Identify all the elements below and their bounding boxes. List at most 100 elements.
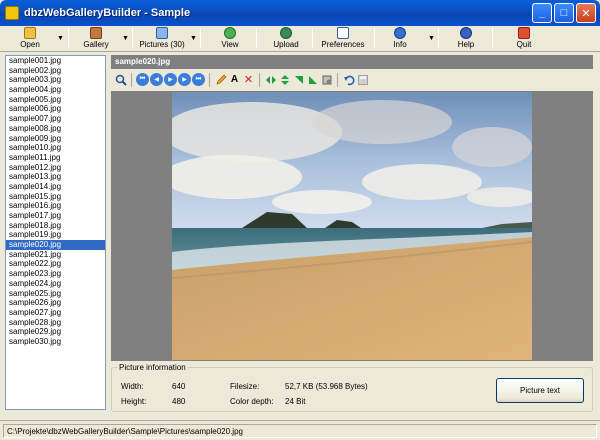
help-icon <box>460 27 472 39</box>
info-button[interactable]: Info <box>384 26 416 50</box>
move-left-icon[interactable] <box>264 73 277 86</box>
zoom-icon[interactable] <box>114 73 127 86</box>
color-depth-label: Color depth: <box>230 397 274 406</box>
title-bar: dbzWebGalleryBuilder - Sample _ □ ✕ <box>0 0 600 26</box>
list-item[interactable]: sample029.jpg <box>6 327 105 337</box>
pictures-button[interactable]: Pictures (30) <box>136 26 188 50</box>
status-bar: C:\Projekte\dbzWebGalleryBuilder\Sample\… <box>0 420 600 440</box>
picture-information-legend: Picture information <box>117 363 188 372</box>
picture-preview <box>111 91 593 361</box>
play-slideshow-icon[interactable]: ▶ <box>164 73 177 86</box>
width-label: Width: <box>121 382 144 391</box>
list-item[interactable]: sample023.jpg <box>6 269 105 279</box>
first-picture-icon[interactable]: ⏮ <box>136 73 149 86</box>
filesize-label: Filesize: <box>230 382 260 391</box>
info-label: Info <box>393 40 407 49</box>
view-button[interactable]: View <box>212 26 248 50</box>
properties-icon[interactable] <box>320 73 333 86</box>
maximize-button[interactable]: □ <box>554 3 574 23</box>
list-item[interactable]: sample014.jpg <box>6 182 105 192</box>
move-down-icon[interactable] <box>292 73 305 86</box>
picture-text-button[interactable]: Picture text <box>496 378 584 403</box>
open-button[interactable]: Open <box>12 26 48 50</box>
list-item[interactable]: sample003.jpg <box>6 75 105 85</box>
list-item[interactable]: sample030.jpg <box>6 337 105 347</box>
list-item[interactable]: sample010.jpg <box>6 143 105 153</box>
quit-button[interactable]: Quit <box>508 26 540 50</box>
list-item[interactable]: sample028.jpg <box>6 318 105 328</box>
gallery-dropdown-arrow[interactable]: ▼ <box>122 35 129 42</box>
rename-icon[interactable]: A <box>228 73 241 86</box>
list-item[interactable]: sample020.jpg <box>6 240 105 250</box>
file-list[interactable]: sample001.jpg sample002.jpg sample003.jpg s… <box>5 55 106 410</box>
list-item[interactable]: sample018.jpg <box>6 221 105 231</box>
info-icon <box>394 27 406 39</box>
view-label: View <box>221 40 239 49</box>
preferences-button[interactable]: Preferences <box>318 26 368 50</box>
picture-information-group: Picture information Width: 640 Height: 4… <box>111 363 593 412</box>
list-item[interactable]: sample017.jpg <box>6 211 105 221</box>
edit-pencil-icon[interactable] <box>214 73 227 86</box>
list-item[interactable]: sample024.jpg <box>6 279 105 289</box>
last-picture-icon[interactable]: ⏭ <box>192 73 205 86</box>
list-item[interactable]: sample015.jpg <box>6 192 105 202</box>
gallery-button[interactable]: Gallery <box>76 26 116 50</box>
preview-title: sample020.jpg <box>111 55 593 69</box>
color-depth-value: 24 Bit <box>285 397 306 406</box>
beach-photo <box>172 92 532 360</box>
height-value: 480 <box>172 397 186 406</box>
list-item[interactable]: sample027.jpg <box>6 308 105 318</box>
quit-label: Quit <box>516 40 532 49</box>
list-item[interactable]: sample026.jpg <box>6 298 105 308</box>
list-item[interactable]: sample008.jpg <box>6 124 105 134</box>
list-item[interactable]: sample022.jpg <box>6 259 105 269</box>
pictures-label: Pictures (30) <box>139 40 185 49</box>
save-icon[interactable] <box>356 73 369 86</box>
main-toolbar: Open ▼ Gallery ▼ Pictures (30) ▼ View Up… <box>0 26 600 52</box>
window-title: dbzWebGalleryBuilder - Sample <box>24 7 191 19</box>
height-label: Height: <box>121 397 147 406</box>
help-button[interactable]: Help <box>450 26 482 50</box>
globe-icon <box>280 27 292 39</box>
delete-icon[interactable]: ✕ <box>242 73 255 86</box>
list-item[interactable]: sample006.jpg <box>6 104 105 114</box>
info-dropdown-arrow[interactable]: ▼ <box>428 35 435 42</box>
list-item[interactable]: sample002.jpg <box>6 66 105 76</box>
image-toolbar: ⏮ ◀ ▶ ▶ ⏭ A ✕ <box>111 70 593 89</box>
list-item[interactable]: sample021.jpg <box>6 250 105 260</box>
folder-icon <box>24 27 36 39</box>
move-up-icon[interactable] <box>306 73 319 86</box>
upload-button[interactable]: Upload <box>268 26 304 50</box>
previous-picture-icon[interactable]: ◀ <box>150 73 163 86</box>
preferences-icon <box>337 27 349 39</box>
list-item[interactable]: sample013.jpg <box>6 172 105 182</box>
move-up-down-icon[interactable] <box>278 73 291 86</box>
filesize-value: 52,7 KB (53.968 Bytes) <box>285 382 368 391</box>
help-label: Help <box>457 40 475 49</box>
list-item[interactable]: sample012.jpg <box>6 163 105 173</box>
pictures-dropdown-arrow[interactable]: ▼ <box>190 35 197 42</box>
gallery-label: Gallery <box>83 40 109 49</box>
list-item[interactable]: sample009.jpg <box>6 134 105 144</box>
close-button[interactable]: ✕ <box>576 3 596 23</box>
list-item[interactable]: sample011.jpg <box>6 153 105 163</box>
app-icon <box>5 6 19 20</box>
status-path: C:\Projekte\dbzWebGalleryBuilder\Sample\… <box>3 424 597 438</box>
open-label: Open <box>20 40 40 49</box>
preferences-label: Preferences <box>321 40 365 49</box>
list-item[interactable]: sample016.jpg <box>6 201 105 211</box>
list-item[interactable]: sample004.jpg <box>6 85 105 95</box>
list-item[interactable]: sample025.jpg <box>6 289 105 299</box>
list-item[interactable]: sample001.jpg <box>6 56 105 66</box>
list-item[interactable]: sample007.jpg <box>6 114 105 124</box>
upload-label: Upload <box>273 40 299 49</box>
quit-icon <box>518 27 530 39</box>
list-item[interactable]: sample019.jpg <box>6 230 105 240</box>
pictures-icon <box>156 27 168 39</box>
minimize-button[interactable]: _ <box>532 3 552 23</box>
undo-icon[interactable] <box>342 73 355 86</box>
open-dropdown-arrow[interactable]: ▼ <box>57 35 64 42</box>
next-picture-icon[interactable]: ▶ <box>178 73 191 86</box>
view-icon <box>224 27 236 39</box>
list-item[interactable]: sample005.jpg <box>6 95 105 105</box>
